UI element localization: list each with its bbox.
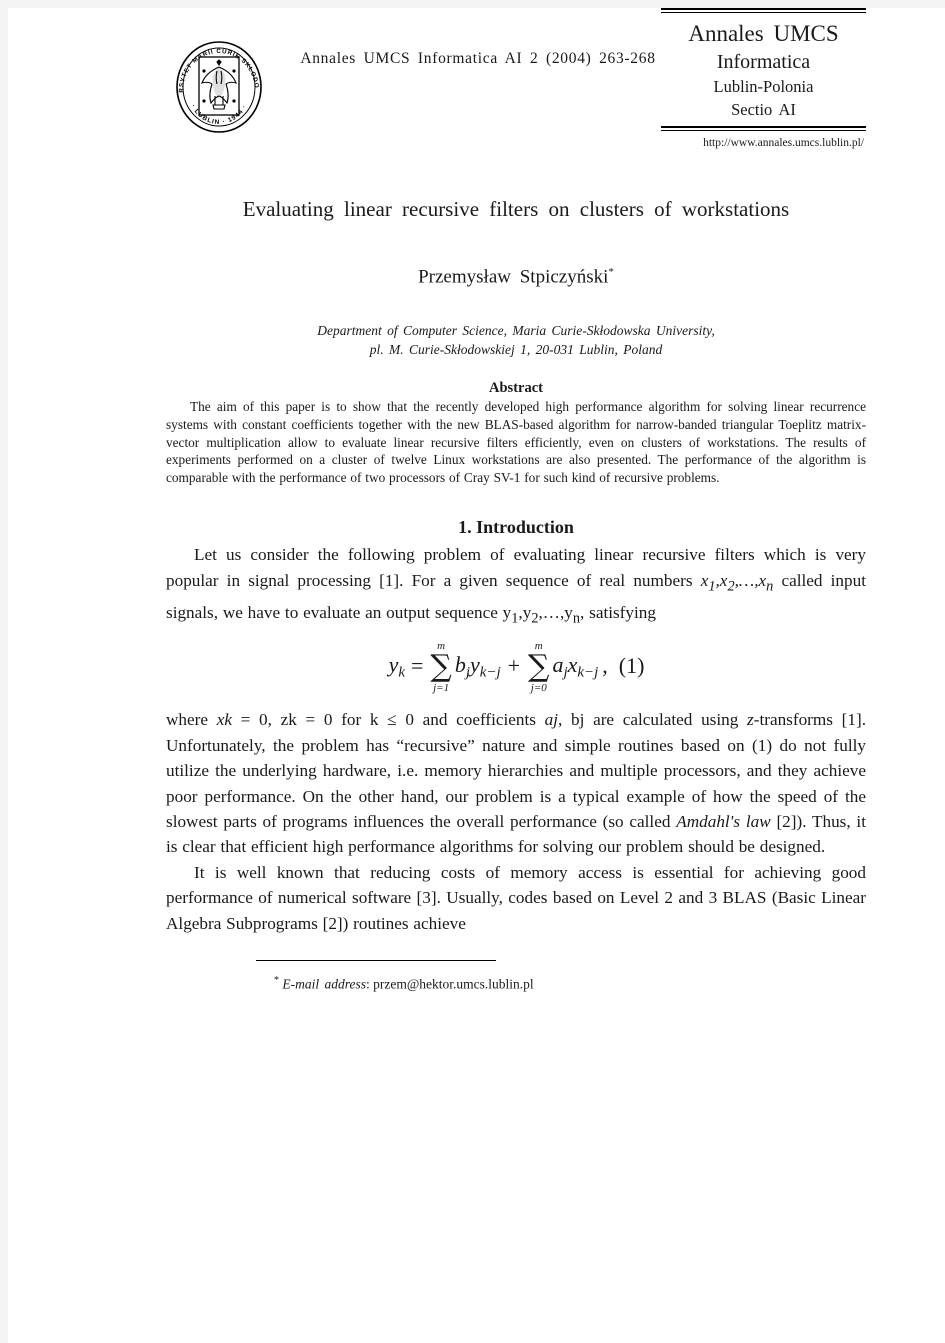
intro-p2-z: z — [747, 710, 754, 730]
eq1-summation-2: m ∑ j=0 — [528, 640, 549, 694]
abstract-body: The aim of this paper is to show that th… — [166, 399, 866, 485]
abstract-heading: Abstract — [489, 380, 543, 397]
eq1-number: (1) — [618, 653, 645, 679]
eq1-summation-1: m ∑ j=1 — [430, 640, 451, 694]
author-line: Przemysław Stpiczyński* — [166, 260, 866, 289]
intro-p2-amdahl-law: Amdahl's law — [676, 812, 771, 832]
eq1-sum2-sigma: ∑ — [528, 649, 550, 685]
intro-p2-part-5: are calculated using — [584, 710, 748, 730]
eq1-sum1-term: bjyk−j — [454, 651, 501, 681]
journal-reference: Annales UMCS Informatica AI 2 (2004) 263… — [300, 50, 656, 67]
section-heading-introduction: 1. Introduction — [458, 517, 574, 538]
affiliation-line-2: pl. M. Curie-Skłodowskiej 1, 20-031 Lubl… — [369, 342, 663, 358]
eq1-plus: + — [507, 653, 521, 679]
intro-p2-zk: zk — [280, 710, 297, 730]
masthead-sectio: Sectio AI — [731, 100, 796, 119]
intro-p1-part-3: satisfying — [584, 602, 656, 622]
affiliation-line-1: Department of Computer Science, Maria Cu… — [317, 323, 715, 339]
intro-paragraph-3: It is well known that reducing costs of … — [166, 862, 866, 933]
eq1-sum1-sigma: ∑ — [430, 649, 452, 685]
eq1-sum2-lower: j=0 — [530, 682, 547, 695]
masthead-series-name: Informatica — [716, 51, 811, 73]
intro-paragraph-1: Let us consider the following problem of… — [166, 542, 866, 631]
eq1-lhs: yk — [388, 651, 405, 681]
journal-url[interactable]: http://www.annales.umcs.lublin.pl/ — [661, 131, 866, 149]
masthead-journal-name: Annales UMCS — [688, 21, 839, 46]
author-footnote-marker: * — [608, 266, 614, 278]
footnote-email: * E-mail address: przem@hektor.umcs.lubl… — [274, 972, 866, 994]
intro-p2-part-1: where — [166, 710, 217, 730]
footnote-marker: * — [274, 975, 279, 987]
page-title: Evaluating linear recursive filters on c… — [242, 197, 790, 221]
equation-1: yk = m ∑ j=1 bjyk−j + m ∑ j=0 ajxk−j , (… — [166, 639, 866, 701]
eq1-comma: , — [602, 653, 608, 679]
intro-p1-sequence-y: y1,y2,…,yn, — [502, 602, 585, 626]
footnote-separator-rule — [256, 960, 496, 962]
university-seal-icon: UNIWERSYTET MARII CURIE SKŁODOWSKIEJ · L… — [171, 35, 267, 135]
intro-p2-part-2: = 0, — [231, 710, 281, 730]
intro-p2-xk: xk — [216, 710, 232, 730]
author-name: Przemysław Stpiczyński — [418, 266, 609, 288]
intro-paragraph-2: where xk = 0, zk = 0 for k ≤ 0 and coeff… — [166, 707, 866, 859]
eq1-sum2-term: ajxk−j — [552, 651, 599, 681]
page-content: UNIWERSYTET MARII CURIE SKŁODOWSKIEJ · L… — [166, 8, 866, 994]
page-sheet: UNIWERSYTET MARII CURIE SKŁODOWSKIEJ · L… — [8, 8, 945, 1343]
eq1-sum1-lower: j=1 — [433, 682, 450, 695]
masthead-place: Lublin-Polonia — [713, 77, 814, 96]
intro-p2-bj: bj — [571, 710, 585, 730]
affiliation: Department of Computer Science, Maria Cu… — [166, 321, 866, 359]
eq1-equals: = — [410, 653, 424, 679]
intro-p2-part-4: , — [558, 710, 572, 730]
intro-p2-aj: aj — [544, 710, 559, 730]
intro-p2-part-3: = 0 for k ≤ 0 and coefficients — [296, 710, 545, 730]
footnote-area: * E-mail address: przem@hektor.umcs.lubl… — [166, 960, 866, 994]
masthead-box: Annales UMCS Informatica Lublin-Polonia … — [661, 8, 866, 149]
intro-p1-sequence-x: x1,x2,…,xn — [700, 570, 774, 595]
footnote-email-value[interactable]: przem@hektor.umcs.lublin.pl — [373, 977, 534, 992]
masthead: UNIWERSYTET MARII CURIE SKŁODOWSKIEJ · L… — [166, 8, 866, 158]
footnote-label: E-mail address — [282, 976, 366, 992]
